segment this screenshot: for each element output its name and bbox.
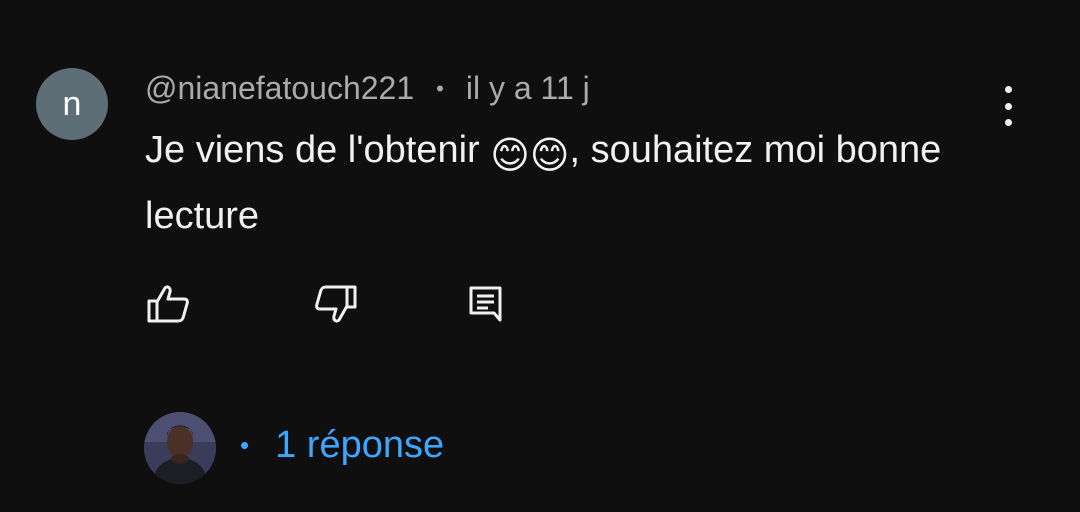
- thumbs-up-icon: [147, 285, 189, 323]
- like-button[interactable]: [146, 284, 190, 324]
- more-dot: [1004, 102, 1012, 110]
- view-replies-link[interactable]: • 1 réponse: [240, 424, 444, 467]
- comment-icon: [469, 286, 502, 322]
- more-options-button[interactable]: [992, 86, 1024, 126]
- replies-separator: •: [240, 430, 250, 460]
- smiling-emoji: 😊😊: [490, 135, 570, 177]
- reply-author-avatar[interactable]: [144, 412, 216, 484]
- thumbs-down-icon: [315, 285, 357, 323]
- meta-separator: •: [436, 75, 444, 101]
- more-dot: [1004, 119, 1012, 126]
- comment-text-start: Je viens de l'obtenir: [145, 129, 491, 171]
- person-photo: [144, 412, 216, 484]
- comment-meta: @nianefatouch221 • il y a 11 j: [145, 70, 590, 107]
- comment-text: Je viens de l'obtenir 😊😊, souhaitez moi …: [145, 120, 975, 246]
- comment-time: il y a 11 j: [465, 70, 590, 106]
- dislike-button[interactable]: [314, 284, 358, 324]
- reply-button[interactable]: [468, 284, 504, 324]
- author-avatar[interactable]: n: [36, 68, 108, 140]
- avatar-letter: n: [62, 84, 82, 123]
- more-vertical-icon: [1004, 86, 1012, 93]
- replies-count-label: 1 réponse: [275, 424, 445, 466]
- author-handle[interactable]: @nianefatouch221: [145, 70, 414, 107]
